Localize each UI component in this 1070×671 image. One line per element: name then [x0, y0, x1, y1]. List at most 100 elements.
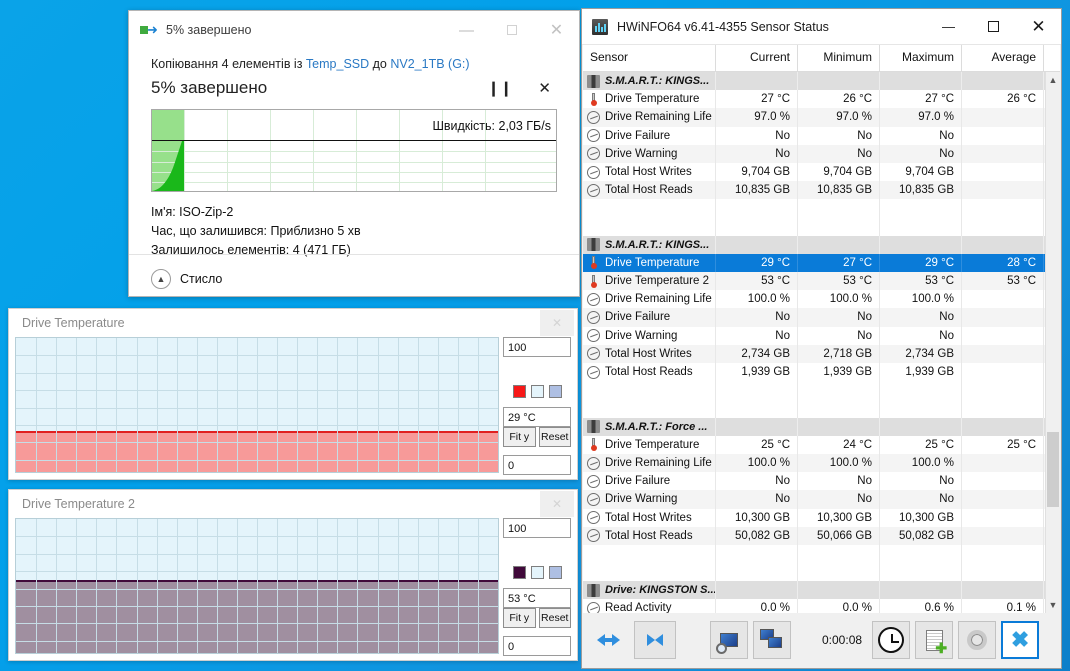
scroll-up-icon[interactable]: ▲	[1046, 72, 1060, 88]
table-row[interactable]: Drive Temperature 253 °C53 °C53 °C53 °C	[583, 272, 1045, 290]
grid-line-horizontal	[16, 373, 498, 374]
reset-button[interactable]: Reset	[539, 427, 572, 447]
scrollbar-thumb[interactable]	[1047, 432, 1059, 507]
table-row[interactable]: Total Host Writes2,734 GB2,718 GB2,734 G…	[583, 345, 1045, 363]
max-color-swatch[interactable]	[549, 385, 562, 398]
sensor-group-row[interactable]: S.M.A.R.T.: Force ...	[583, 418, 1045, 436]
cell-average: 53 °C	[962, 272, 1044, 290]
copy-source-link[interactable]: Temp_SSD	[306, 57, 369, 71]
cell-current	[716, 418, 798, 436]
close-button[interactable]: ✕	[534, 11, 579, 49]
table-row[interactable]: Drive Temperature25 °C24 °C25 °C25 °C	[583, 436, 1045, 454]
cell-sensor	[583, 563, 716, 581]
scroll-down-icon[interactable]: ▼	[1046, 597, 1060, 613]
table-row[interactable]	[583, 563, 1045, 581]
close-button[interactable]: ✕	[1016, 9, 1061, 45]
sensor-group-row[interactable]: S.M.A.R.T.: KINGS...	[583, 236, 1045, 254]
series-color-swatch[interactable]	[513, 385, 526, 398]
table-row[interactable]: Drive Remaining Life100.0 %100.0 %100.0 …	[583, 454, 1045, 472]
logging-button[interactable]: ✚	[915, 621, 953, 659]
table-row[interactable]: Total Host Writes10,300 GB10,300 GB10,30…	[583, 509, 1045, 527]
copy-progress-dialog: ➜ 5% завершено — ✕ Копіювання 4 елементі…	[128, 10, 580, 297]
sensor-group-row[interactable]: Drive: KINGSTON S...	[583, 581, 1045, 599]
table-row[interactable]: Drive FailureNoNoNo	[583, 308, 1045, 326]
copy-controls: ❙❙ ✕	[487, 79, 557, 97]
grid-line-vertical	[116, 519, 117, 653]
table-row[interactable]: Drive Temperature27 °C26 °C27 °C26 °C	[583, 90, 1045, 108]
reset-button[interactable]: Reset	[539, 608, 572, 628]
column-header-sensor[interactable]: Sensor	[583, 45, 716, 71]
table-row[interactable]	[583, 545, 1045, 563]
clock-button[interactable]	[872, 621, 910, 659]
close-icon[interactable]: ✕	[540, 310, 574, 336]
cell-maximum: 100.0 %	[880, 454, 962, 472]
fit-y-button[interactable]: Fit y	[503, 608, 536, 628]
graph-window-titlebar[interactable]: Drive Temperature ✕	[9, 309, 577, 337]
copy-meta-list: Ім'я: ISO-Zip-2 Час, що залишився: Прибл…	[151, 203, 557, 260]
vertical-scrollbar[interactable]: ▲ ▼	[1045, 72, 1060, 613]
cell-current	[716, 236, 798, 254]
close-icon[interactable]: ✕	[540, 491, 574, 517]
hwinfo-titlebar[interactable]: HWiNFO64 v6.41-4355 Sensor Status — ✕	[582, 9, 1061, 45]
table-row[interactable]: Total Host Reads50,082 GB50,066 GB50,082…	[583, 527, 1045, 545]
cell-maximum	[880, 581, 962, 599]
minimize-button[interactable]: —	[444, 11, 489, 49]
sensor-monitor-button[interactable]	[710, 621, 748, 659]
pause-button[interactable]: ❙❙	[487, 79, 512, 97]
maximize-button[interactable]	[489, 11, 534, 49]
cancel-button[interactable]: ✕	[538, 79, 551, 97]
less-details-toggle[interactable]: ▲ Стисло	[151, 269, 222, 289]
table-row[interactable]	[583, 399, 1045, 417]
maximize-button[interactable]	[971, 9, 1016, 45]
grid-line-horizontal	[16, 641, 498, 642]
graph-min-value[interactable]: 0	[503, 636, 571, 656]
graph-max-value[interactable]: 100	[503, 337, 571, 357]
table-row[interactable]	[583, 218, 1045, 236]
cell-average	[962, 108, 1044, 126]
graph-min-value[interactable]: 0	[503, 455, 571, 475]
series-color-swatch[interactable]	[513, 566, 526, 579]
table-row[interactable]: Total Host Reads1,939 GB1,939 GB1,939 GB	[583, 363, 1045, 381]
table-row[interactable]: Total Host Reads10,835 GB10,835 GB10,835…	[583, 181, 1045, 199]
table-row[interactable]: Drive Remaining Life97.0 %97.0 %97.0 %	[583, 108, 1045, 126]
minimize-button[interactable]: —	[926, 9, 971, 45]
table-row[interactable]	[583, 381, 1045, 399]
grid-line-vertical	[317, 338, 318, 472]
table-row[interactable]: Drive Temperature29 °C27 °C29 °C28 °C	[583, 254, 1045, 272]
column-header-maximum[interactable]: Maximum	[880, 45, 962, 71]
remote-monitor-button[interactable]	[753, 621, 791, 659]
table-row[interactable]: Total Host Writes9,704 GB9,704 GB9,704 G…	[583, 163, 1045, 181]
grid-line-vertical	[418, 519, 419, 653]
graph-window-titlebar[interactable]: Drive Temperature 2 ✕	[9, 490, 577, 518]
copy-dest-link[interactable]: NV2_1TB (G:)	[390, 57, 469, 71]
sensor-group-row[interactable]: S.M.A.R.T.: KINGS...	[583, 72, 1045, 90]
min-color-swatch[interactable]	[531, 566, 544, 579]
cell-average: 25 °C	[962, 436, 1044, 454]
table-row[interactable]: Drive WarningNoNoNo	[583, 490, 1045, 508]
table-row[interactable]: Read Activity0.0 %0.0 %0.6 %0.1 %	[583, 599, 1045, 613]
grid-line-vertical	[378, 338, 379, 472]
settings-button[interactable]	[958, 621, 996, 659]
back-forward-button[interactable]	[587, 621, 629, 659]
fit-y-button[interactable]: Fit y	[503, 427, 536, 447]
table-row[interactable]: Drive FailureNoNoNo	[583, 127, 1045, 145]
table-row[interactable]: Drive WarningNoNoNo	[583, 145, 1045, 163]
copy-dialog-titlebar[interactable]: ➜ 5% завершено — ✕	[129, 11, 579, 49]
max-color-swatch[interactable]	[549, 566, 562, 579]
close-button[interactable]: ✖	[1001, 621, 1039, 659]
column-header-minimum[interactable]: Minimum	[798, 45, 880, 71]
column-header-average[interactable]: Average	[962, 45, 1044, 71]
table-row[interactable]: Drive Remaining Life100.0 %100.0 %100.0 …	[583, 290, 1045, 308]
table-row[interactable]: Drive WarningNoNoNo	[583, 327, 1045, 345]
graph-max-value[interactable]: 100	[503, 518, 571, 538]
collapse-button[interactable]	[634, 621, 676, 659]
min-color-swatch[interactable]	[531, 385, 544, 398]
cell-minimum	[798, 581, 880, 599]
table-row[interactable]: Drive FailureNoNoNo	[583, 472, 1045, 490]
cell-sensor: Drive Remaining Life	[583, 454, 716, 472]
table-row[interactable]	[583, 199, 1045, 217]
graph-plot-area[interactable]	[15, 337, 499, 473]
cell-current: No	[716, 327, 798, 345]
column-header-current[interactable]: Current	[716, 45, 798, 71]
graph-plot-area[interactable]	[15, 518, 499, 654]
